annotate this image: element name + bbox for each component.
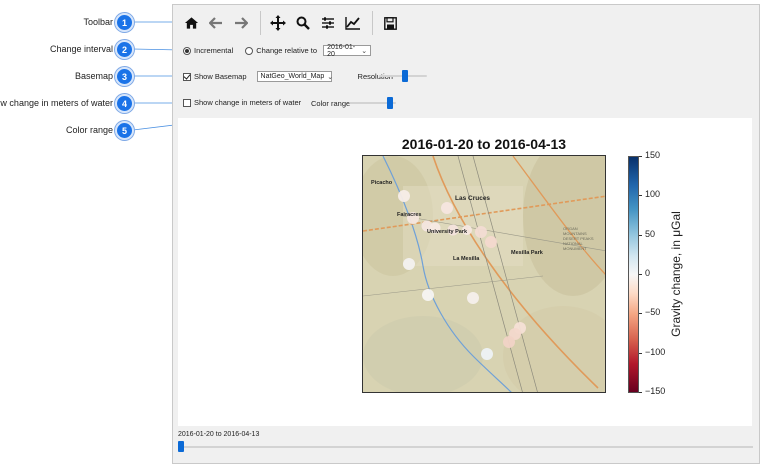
- callout-badge-1: 1: [115, 13, 134, 32]
- incremental-radio[interactable]: [183, 46, 191, 55]
- show-basemap-checkbox[interactable]: [183, 72, 191, 81]
- change-relative-radio[interactable]: [245, 46, 254, 55]
- place-label: La Mesilla: [453, 256, 480, 262]
- colorbar-tick-label: 100: [645, 189, 661, 200]
- place-label: University Park: [427, 229, 468, 235]
- colorbar-tick-mark: [639, 195, 642, 197]
- change-relative-label: Change relative to: [256, 46, 318, 55]
- callout-label-water: Show change in meters of water: [0, 98, 113, 108]
- save-icon[interactable]: [380, 13, 400, 33]
- toolbar-separator: [372, 11, 373, 35]
- basemap-select[interactable]: NatGeo_World_Map ⌄: [256, 71, 334, 82]
- incremental-label: Incremental: [194, 46, 234, 55]
- change-interval-row: Incremental Change relative to 2016-01-2…: [183, 43, 372, 58]
- basemap-value: NatGeo_World_Map: [260, 73, 325, 80]
- colorbar-tick-mark: [639, 156, 642, 157]
- chevron-down-icon: ⌄: [361, 47, 368, 55]
- place-label: Fairacres: [397, 212, 422, 218]
- callout-badge-2: 2: [115, 40, 134, 59]
- toolbar-separator: [260, 11, 261, 35]
- colorbar-tick-label: 150: [645, 150, 661, 160]
- colorbar: [628, 156, 639, 393]
- configure-subplots-icon[interactable]: [318, 13, 338, 33]
- color-range-slider[interactable]: [349, 97, 396, 109]
- forward-arrow-icon[interactable]: [231, 13, 251, 33]
- place-label: Las Cruces: [455, 195, 491, 202]
- water-row: Show change in meters of water: [183, 98, 301, 107]
- colorbar-tick-mark: [639, 234, 642, 236]
- zoom-icon[interactable]: [293, 13, 313, 33]
- callout-label-change-interval: Change interval: [49, 44, 113, 54]
- colorbar-tick-label: −150: [645, 386, 666, 396]
- colorbar-tick-mark: [639, 274, 642, 275]
- show-basemap-label: Show Basemap: [194, 72, 247, 81]
- map-features: [363, 156, 605, 392]
- toolbar: [181, 11, 405, 35]
- relative-date-value: 2016-01-20: [327, 43, 356, 58]
- time-slider-label: 2016-01-20 to 2016-04-13: [178, 431, 260, 438]
- colorbar-tick-label: 0: [645, 268, 651, 278]
- callout-label-color-range: Color range: [65, 125, 113, 135]
- color-range-label: Color range: [311, 99, 351, 108]
- chevron-down-icon: ⌄: [327, 73, 334, 81]
- callout-badge-3: 3: [115, 67, 134, 86]
- colorbar-tick-label: 50: [645, 228, 656, 239]
- resolution-slider-thumb[interactable]: [402, 70, 408, 82]
- colorbar-tick-label: −100: [645, 346, 666, 357]
- map-title: 2016-01-20 to 2016-04-13: [401, 136, 567, 152]
- time-slider[interactable]: [178, 441, 753, 453]
- callout-badge-5: 5: [115, 121, 134, 140]
- edit-axis-icon[interactable]: [343, 13, 363, 33]
- resolution-slider[interactable]: [379, 70, 427, 82]
- callout-label-basemap: Basemap: [74, 71, 113, 81]
- colorbar-tick-mark: [639, 313, 642, 315]
- colorbar-tick-mark: [639, 392, 642, 393]
- place-label: Mesilla Park: [511, 250, 543, 256]
- color-range-slider-thumb[interactable]: [387, 97, 393, 109]
- colorbar-tick-mark: [639, 352, 642, 354]
- callout-label-toolbar: Toolbar: [83, 17, 113, 27]
- back-arrow-icon[interactable]: [206, 13, 226, 33]
- relative-date-select[interactable]: 2016-01-20 ⌄: [323, 43, 372, 58]
- colorbar-tick-label: −50: [645, 307, 661, 318]
- basemap-row: Show Basemap NatGeo_World_Map ⌄ Resoluti…: [183, 71, 393, 82]
- home-icon[interactable]: [181, 13, 201, 33]
- basemap-image[interactable]: Picacho Las Cruces Fairacres University …: [362, 155, 606, 393]
- color-range-row: Color range: [311, 99, 350, 108]
- show-water-label: Show change in meters of water: [194, 98, 302, 107]
- place-label: ORGAN MOUNTAINS DESERT PEAKS NATIONAL MO…: [563, 226, 594, 251]
- show-water-checkbox[interactable]: [183, 98, 191, 107]
- pan-icon[interactable]: [268, 13, 288, 33]
- place-label: Picacho: [371, 180, 393, 186]
- time-slider-track: [178, 446, 753, 448]
- colorbar-label: Gravity change, in μGal: [669, 211, 683, 337]
- callout-badge-4: 4: [115, 94, 134, 113]
- time-slider-thumb[interactable]: [178, 441, 184, 452]
